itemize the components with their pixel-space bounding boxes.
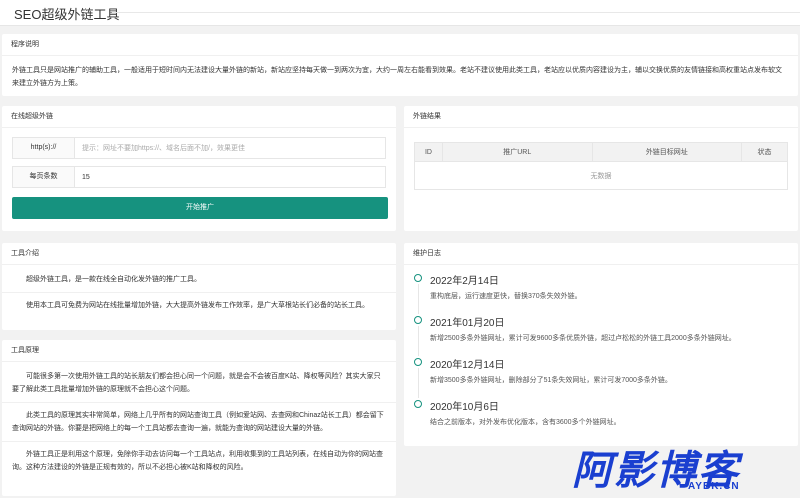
url-row: http(s):// [12, 137, 386, 159]
timeline-dot-icon [414, 400, 422, 408]
count-row: 每页条数 [12, 166, 386, 188]
changelog-text: 重构底层，运行速度更快，替换370条失效外链。 [430, 293, 582, 300]
changelog-date: 2022年2月14日 [430, 276, 499, 287]
start-promote-button[interactable]: 开始推广 [12, 197, 388, 219]
timeline-dot-icon [414, 316, 422, 324]
principle-p3: 外链工具正是利用这个原理，免除你手动去访问每一个工具站点，利用收集到的工具站列表… [12, 451, 383, 471]
changelog-text: 结合之前版本，对外发布优化版本，含有3600多个外链网址。 [430, 419, 621, 426]
timeline-dot-icon [414, 274, 422, 282]
top-bar: SEO超级外链工具 [0, 0, 800, 26]
tool-intro-p2: 使用本工具可免费为网站在线批量增加外链，大大提高外链发布工作效率，是广大草根站长… [26, 302, 369, 309]
intro-title: 程序说明 [2, 34, 798, 56]
intro-card: 程序说明 外链工具只是网站推广的辅助工具，一般适用于短时间内无法建设大量外链的新… [2, 34, 798, 96]
tool-intro-title: 工具介绍 [2, 243, 396, 265]
timeline-dot-icon [414, 358, 422, 366]
col-url[interactable]: 推广URL [441, 142, 593, 162]
count-label: 每页条数 [13, 167, 75, 187]
watermark-logo: 阿影博客 AYBK.CN [572, 438, 786, 494]
app-title: SEO超级外链工具 [14, 7, 120, 22]
changelog-date: 2021年01月20日 [430, 318, 505, 329]
col-target[interactable]: 外链目标网址 [591, 142, 743, 162]
url-prefix-label: http(s):// [13, 138, 75, 158]
empty-text: 无数据 [414, 161, 788, 190]
title-divider [112, 12, 800, 13]
changelog-title: 维护日志 [404, 243, 798, 265]
tool-intro-p1: 超级外链工具，是一款在线全自动化发外链的推广工具。 [26, 276, 201, 283]
principle-title: 工具原理 [2, 340, 396, 362]
changelog-date: 2020年10月6日 [430, 402, 499, 413]
col-id[interactable]: ID [414, 142, 443, 162]
watermark-domain: AYBK.CN [688, 481, 740, 492]
result-title: 外链结果 [404, 106, 798, 128]
changelog-text: 新增3500多条外链网址，删除部分了51条失效网址，累计可发7000多条外链。 [430, 377, 672, 384]
principle-p2: 此类工具的原理其实非常简单，网络上几乎所有的网站查询工具（例如爱站网、去查网和C… [12, 412, 384, 432]
online-link-title: 在线超级外链 [2, 106, 396, 128]
col-status[interactable]: 状态 [741, 142, 788, 162]
changelog-date: 2020年12月14日 [430, 360, 505, 371]
tool-intro-card: 工具介绍 超级外链工具，是一款在线全自动化发外链的推广工具。 使用本工具可免费为… [2, 243, 396, 330]
principle-p1: 可能很多第一次使用外链工具的站长朋友们都会担心同一个问题，就是会不会被百度K站、… [12, 373, 381, 393]
count-input[interactable] [76, 167, 385, 187]
url-input[interactable] [76, 138, 385, 158]
intro-text: 外链工具只是网站推广的辅助工具，一般适用于短时间内无法建设大量外链的新站，新站应… [12, 67, 782, 87]
result-table: ID 推广URL 外链目标网址 状态 无数据 [414, 142, 788, 190]
principle-card: 工具原理 可能很多第一次使用外链工具的站长朋友们都会担心同一个问题，就是会不会被… [2, 340, 396, 496]
changelog-text: 新增2500多条外链网址，累计可发9600多条优质外链，超过卢松松的外链工具20… [430, 335, 736, 342]
